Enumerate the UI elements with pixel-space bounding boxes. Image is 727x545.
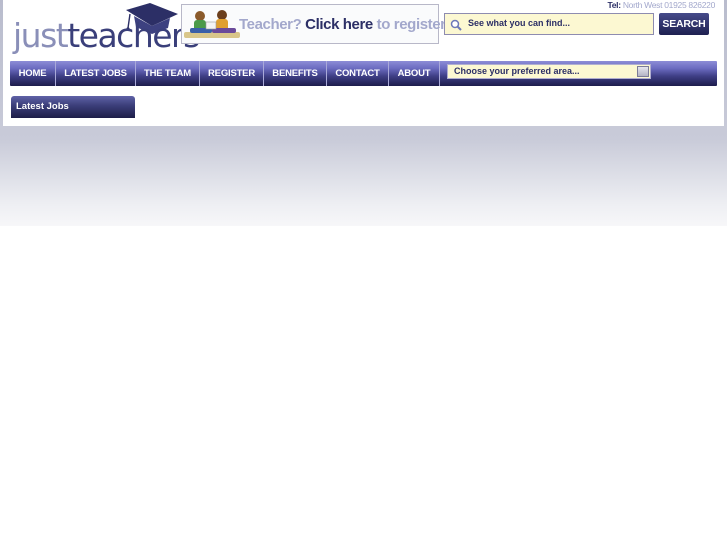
nav-item-latest-jobs[interactable]: LATEST JOBS bbox=[56, 61, 136, 86]
tel-label: Tel: bbox=[607, 0, 621, 10]
logo-part-teachers: teachers bbox=[67, 16, 200, 55]
register-banner-text: Teacher? Click here to register bbox=[239, 16, 446, 33]
banner-click-here: Click here bbox=[305, 16, 373, 33]
nav-item-contact[interactable]: CONTACT bbox=[327, 61, 389, 86]
tel-number: North West 01925 826220 bbox=[622, 0, 715, 10]
nav-item-home[interactable]: HOME bbox=[10, 61, 56, 86]
children-reading-icon bbox=[184, 10, 240, 38]
tab-latest-jobs-label: Latest Jobs bbox=[16, 101, 69, 112]
nav-item-register[interactable]: REGISTER bbox=[200, 61, 264, 86]
logo-wordmark: justteachers bbox=[13, 16, 200, 56]
area-select[interactable]: Choose your preferred area... bbox=[447, 64, 651, 79]
banner-to-register: to register bbox=[376, 16, 446, 33]
site-logo[interactable]: justteachers bbox=[10, 2, 200, 60]
tab-latest-jobs[interactable]: Latest Jobs bbox=[11, 96, 135, 118]
search-placeholder: See what you can find... bbox=[468, 18, 571, 28]
nav-item-about[interactable]: ABOUT bbox=[389, 61, 440, 86]
search-input[interactable]: See what you can find... bbox=[444, 13, 654, 35]
telephone-info: Tel: North West 01925 826220 bbox=[607, 0, 715, 10]
area-select-value: Choose your preferred area... bbox=[454, 66, 580, 76]
register-banner[interactable]: Teacher? Click here to register bbox=[181, 4, 446, 44]
dropdown-arrow-icon[interactable] bbox=[637, 66, 649, 77]
search-button[interactable]: SEARCH bbox=[659, 13, 709, 35]
search-icon bbox=[450, 19, 462, 31]
nav-item-the-team[interactable]: THE TEAM bbox=[136, 61, 200, 86]
banner-question: Teacher? bbox=[239, 16, 302, 33]
logo-part-just: just bbox=[13, 16, 69, 55]
nav-item-benefits[interactable]: BENEFITS bbox=[264, 61, 327, 86]
